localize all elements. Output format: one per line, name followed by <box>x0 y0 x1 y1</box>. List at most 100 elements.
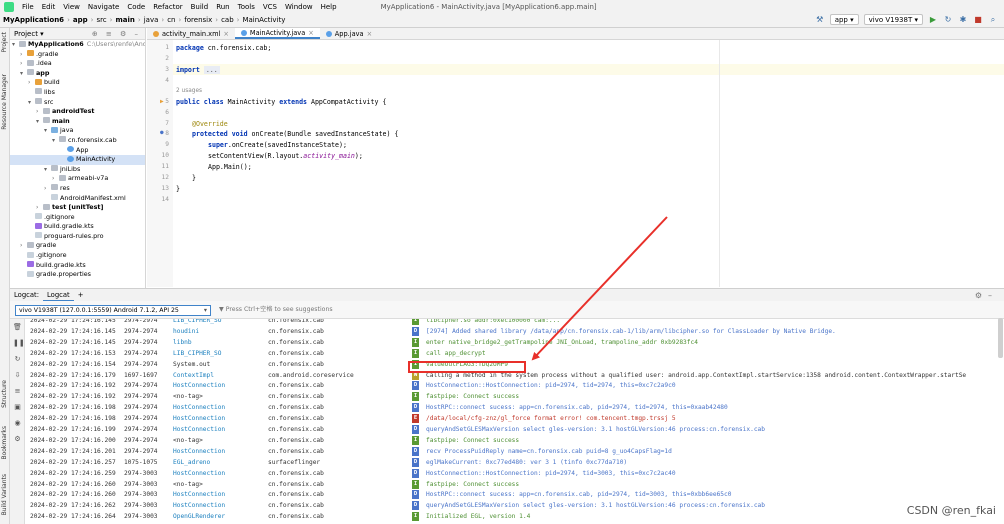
tool-tab-project[interactable]: Project <box>1 32 8 53</box>
log-row[interactable]: 2024-02-29 17:24:16.259 2974-3003 HostConn… <box>26 468 1004 479</box>
tree-item[interactable]: proguard-rules.pro <box>10 232 145 242</box>
tool-tab-build-variants[interactable]: Build Variants <box>1 474 8 515</box>
tree-item[interactable]: ▾ app <box>10 69 145 79</box>
tree-item[interactable]: › .idea <box>10 59 145 69</box>
menu-tools[interactable]: Tools <box>234 3 259 11</box>
logcat-filter-input[interactable]: ▼ Press Ctrl+空格 to see suggestions <box>219 305 419 316</box>
tree-item[interactable]: AndroidManifest.xml <box>10 194 145 204</box>
tool-tab-bookmarks[interactable]: Bookmarks <box>1 426 8 460</box>
breadcrumb-java[interactable]: java <box>141 16 162 24</box>
close-icon[interactable]: × <box>308 27 314 39</box>
log-row[interactable]: 2024-02-29 17:24:16.145 2974-2974 houdini c… <box>26 326 1004 337</box>
run-icon[interactable]: ▶ <box>928 15 938 25</box>
breadcrumb-forensix[interactable]: forensix <box>181 16 215 24</box>
tab-mainactivity-java[interactable]: MainActivity.java × <box>234 27 320 39</box>
log-row[interactable]: 2024-02-29 17:24:16.198 2974-2974 HostConn… <box>26 402 1004 413</box>
chevron-down-icon[interactable]: ▾ <box>12 40 19 50</box>
log-row[interactable]: 2024-02-29 17:24:16.200 2974-2974 <no-tag>… <box>26 435 1004 446</box>
menu-run[interactable]: Run <box>212 3 233 11</box>
search-icon[interactable]: ⌕ <box>988 15 998 25</box>
tree-item[interactable]: ▾ MyApplication6C:\Users\renfe\Andro <box>10 40 145 50</box>
clear-logcat-icon[interactable]: 🗑 <box>13 323 22 332</box>
tree-item[interactable]: ▾ src <box>10 98 145 108</box>
chevron-right-icon[interactable]: › <box>44 184 51 194</box>
tree-item[interactable]: › res <box>10 184 145 194</box>
chevron-right-icon[interactable]: › <box>36 203 43 213</box>
tree-item[interactable]: App <box>10 146 145 156</box>
chevron-right-icon[interactable]: › <box>20 50 27 60</box>
log-row[interactable]: 2024-02-29 17:24:16.145 2974-2974 libnb cn.… <box>26 337 1004 348</box>
pause-icon[interactable]: ❚❚ <box>13 339 25 348</box>
chevron-right-icon[interactable]: › <box>20 59 27 69</box>
log-row[interactable]: 2024-02-29 17:24:16.192 2974-2974 <no-tag>… <box>26 391 1004 402</box>
tree-item[interactable]: › .gradle <box>10 50 145 60</box>
log-row[interactable]: 2024-02-29 17:24:16.262 2974-3003 HostConn… <box>26 500 1004 511</box>
breadcrumb-project[interactable]: MyApplication6 <box>0 16 67 24</box>
tree-item[interactable]: .gitignore <box>10 213 145 223</box>
menu-refactor[interactable]: Refactor <box>149 3 186 11</box>
chevron-down-icon[interactable]: ▾ <box>36 117 43 127</box>
close-icon[interactable]: × <box>367 28 373 40</box>
tree-item[interactable]: ▾ main <box>10 117 145 127</box>
breadcrumb-app[interactable]: app <box>70 16 91 24</box>
tree-item[interactable]: › armeabi-v7a <box>10 174 145 184</box>
chevron-right-icon[interactable]: › <box>52 174 59 184</box>
screen-record-icon[interactable]: ◉ <box>13 419 22 428</box>
soft-wrap-icon[interactable]: ≡ <box>13 387 22 396</box>
run-gutter-icon[interactable]: ▶ <box>160 98 164 105</box>
tree-item[interactable]: ▾ jniLibs <box>10 165 145 175</box>
log-row[interactable]: 2024-02-29 17:24:16.257 1075-1075 EGL_adre… <box>26 457 1004 468</box>
tree-item[interactable]: ▾ cn.forensix.cab <box>10 136 145 146</box>
log-row[interactable]: 2024-02-29 17:24:16.260 2974-3003 HostConn… <box>26 489 1004 500</box>
logcat-output[interactable]: 2024-02-29 17:24:16.145 2974-2974 LIB_CIPH… <box>26 319 1004 524</box>
tree-item[interactable]: .gitignore <box>10 251 145 261</box>
device-select[interactable]: vivo V1938T (127.0.0.1:5559) Android 7.1… <box>15 305 211 316</box>
chevron-down-icon[interactable]: ▾ <box>44 126 51 136</box>
refresh-icon[interactable]: ↻ <box>943 15 953 25</box>
chevron-down-icon[interactable]: ▾ <box>52 136 59 146</box>
chevron-down-icon[interactable]: ▾ <box>20 69 27 79</box>
menu-help[interactable]: Help <box>317 3 341 11</box>
chevron-down-icon[interactable]: ▾ <box>28 98 35 108</box>
stop-icon[interactable]: ■ <box>973 15 983 25</box>
scroll-to-end-icon[interactable]: ⇩ <box>13 371 22 380</box>
breadcrumb-cab[interactable]: cab <box>218 16 237 24</box>
menu-code[interactable]: Code <box>123 3 149 11</box>
log-row[interactable]: 2024-02-29 17:24:16.199 2974-2974 HostConn… <box>26 424 1004 435</box>
breadcrumb-main[interactable]: main <box>112 16 137 24</box>
project-view-selector[interactable]: Project ▾ <box>14 30 44 38</box>
menu-edit[interactable]: Edit <box>38 3 60 11</box>
restart-icon[interactable]: ↻ <box>13 355 22 364</box>
logcat-scrollbar[interactable] <box>998 318 1003 358</box>
code-editor[interactable]: 1 2 3 4 5 6 7 8 9 10 11 12 13 14 ▶ ● package cn.foren… <box>147 40 1004 287</box>
add-tab-button[interactable]: + <box>74 289 88 302</box>
tree-item[interactable]: › build <box>10 78 145 88</box>
log-row[interactable]: 2024-02-29 17:24:16.264 2974-3003 OpenGLRe… <box>26 511 1004 522</box>
breadcrumb-cn[interactable]: cn <box>164 16 178 24</box>
tab-activity-main-xml[interactable]: activity_main.xml × <box>147 28 235 39</box>
tree-item[interactable]: build.gradle.kts <box>10 261 145 271</box>
override-gutter-icon[interactable]: ● <box>160 129 164 136</box>
close-icon[interactable]: × <box>223 28 229 40</box>
panel-options-icon[interactable]: ⊕ ≡ ⚙ – <box>92 30 141 38</box>
tree-item[interactable]: build.gradle.kts <box>10 222 145 232</box>
chevron-right-icon[interactable]: › <box>20 241 27 251</box>
device-dropdown[interactable]: vivo V1938T ▾ <box>863 14 923 25</box>
chevron-right-icon[interactable]: › <box>36 107 43 117</box>
menu-build[interactable]: Build <box>187 3 213 11</box>
tool-tab-resource-manager[interactable]: Resource Manager <box>1 74 8 130</box>
folded-imports[interactable]: ... <box>203 66 220 74</box>
log-row[interactable]: 2024-02-29 17:24:16.260 2974-3003 <no-tag>… <box>26 479 1004 490</box>
breadcrumb-src[interactable]: src <box>93 16 109 24</box>
log-row[interactable]: 2024-02-29 17:24:16.153 2974-2974 LIB_CIPH… <box>26 348 1004 359</box>
log-row[interactable]: 2024-02-29 17:24:16.198 2974-2974 HostConn… <box>26 413 1004 424</box>
tree-item[interactable]: › androidTest <box>10 107 145 117</box>
hammer-icon[interactable]: ⚒ <box>815 15 825 25</box>
menu-navigate[interactable]: Navigate <box>84 3 123 11</box>
view-options-icon[interactable]: ⚙ <box>13 435 22 444</box>
tree-item[interactable]: › test [unitTest] <box>10 203 145 213</box>
usages-hint[interactable]: 2 usages <box>176 88 202 94</box>
screenshot-icon[interactable]: ▣ <box>13 403 22 412</box>
log-row[interactable]: 2024-02-29 17:24:16.201 2974-2974 HostConn… <box>26 446 1004 457</box>
tree-item[interactable]: libs <box>10 88 145 98</box>
